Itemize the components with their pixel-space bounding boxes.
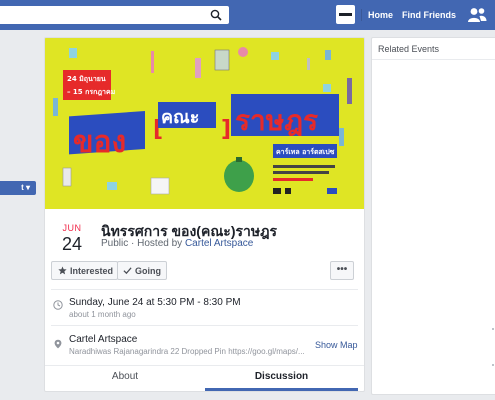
- going-label: Going: [135, 266, 161, 276]
- clock-icon: [53, 300, 63, 310]
- event-hosted-by: Hosted by: [137, 238, 183, 249]
- svg-text:คณะ: คณะ: [161, 107, 199, 128]
- divider: [51, 289, 358, 290]
- nav-home[interactable]: Home: [368, 10, 393, 20]
- event-cover-image[interactable]: 24 มิถุนายน – 15 กรกฎาคม ของ [ คณะ ] ราษ…: [45, 38, 364, 209]
- star-icon: [58, 266, 67, 275]
- left-menu-label: t ▾: [21, 183, 30, 192]
- event-time: Sunday, June 24 at 5:30 PM - 8:30 PM: [69, 297, 241, 308]
- banner-date-line1: 24 มิถุนายน: [67, 75, 106, 83]
- event-date: JUN 24: [59, 223, 85, 255]
- svg-text:]: ]: [221, 117, 231, 142]
- going-button[interactable]: Going: [117, 261, 167, 280]
- show-map-link[interactable]: Show Map: [315, 340, 358, 350]
- related-divider: [372, 59, 495, 60]
- search-input[interactable]: [0, 6, 229, 24]
- tabs-divider: [45, 365, 364, 366]
- left-menu-button[interactable]: t ▾: [0, 181, 36, 195]
- check-icon: [123, 267, 132, 275]
- nav-divider: [361, 9, 362, 21]
- event-time-ago: about 1 month ago: [69, 310, 136, 319]
- svg-text:ราษฎร: ราษฎร: [235, 104, 318, 137]
- event-month: JUN: [62, 223, 82, 233]
- tab-discussion[interactable]: Discussion: [205, 369, 358, 391]
- event-day: 24: [61, 234, 83, 254]
- event-privacy: Public: [101, 238, 129, 249]
- nav-find-friends[interactable]: Find Friends: [402, 10, 456, 20]
- interested-label: Interested: [70, 266, 114, 276]
- event-subtitle: Public · Hosted by Cartel Artspace: [101, 238, 254, 249]
- top-bar: Home Find Friends: [0, 0, 495, 30]
- event-address: Naradhiwas Rajanagarindra 22 Dropped Pin…: [69, 347, 305, 356]
- related-events-title: Related Events: [378, 44, 440, 54]
- profile-avatar[interactable]: [336, 5, 355, 24]
- banner-place: คาร์เทล อาร์ตสเปซ: [276, 147, 335, 156]
- panel-marker: [492, 328, 494, 330]
- location-pin-icon: [54, 339, 62, 349]
- search-icon[interactable]: [210, 9, 222, 21]
- interested-button[interactable]: Interested: [51, 261, 118, 280]
- tab-about[interactable]: About: [45, 369, 205, 391]
- related-events-panel: Related Events: [371, 37, 495, 395]
- svg-text:ของ: ของ: [73, 125, 126, 160]
- panel-marker: [492, 364, 494, 366]
- event-place[interactable]: Cartel Artspace: [69, 334, 137, 345]
- banner-date-line2: – 15 กรกฎาคม: [67, 88, 116, 96]
- more-options-button[interactable]: •••: [330, 261, 354, 280]
- event-card: 24 มิถุนายน – 15 กรกฎาคม ของ [ คณะ ] ราษ…: [44, 37, 365, 392]
- friend-requests-icon[interactable]: [467, 7, 487, 23]
- divider: [51, 325, 358, 326]
- event-host-link[interactable]: Cartel Artspace: [185, 238, 253, 249]
